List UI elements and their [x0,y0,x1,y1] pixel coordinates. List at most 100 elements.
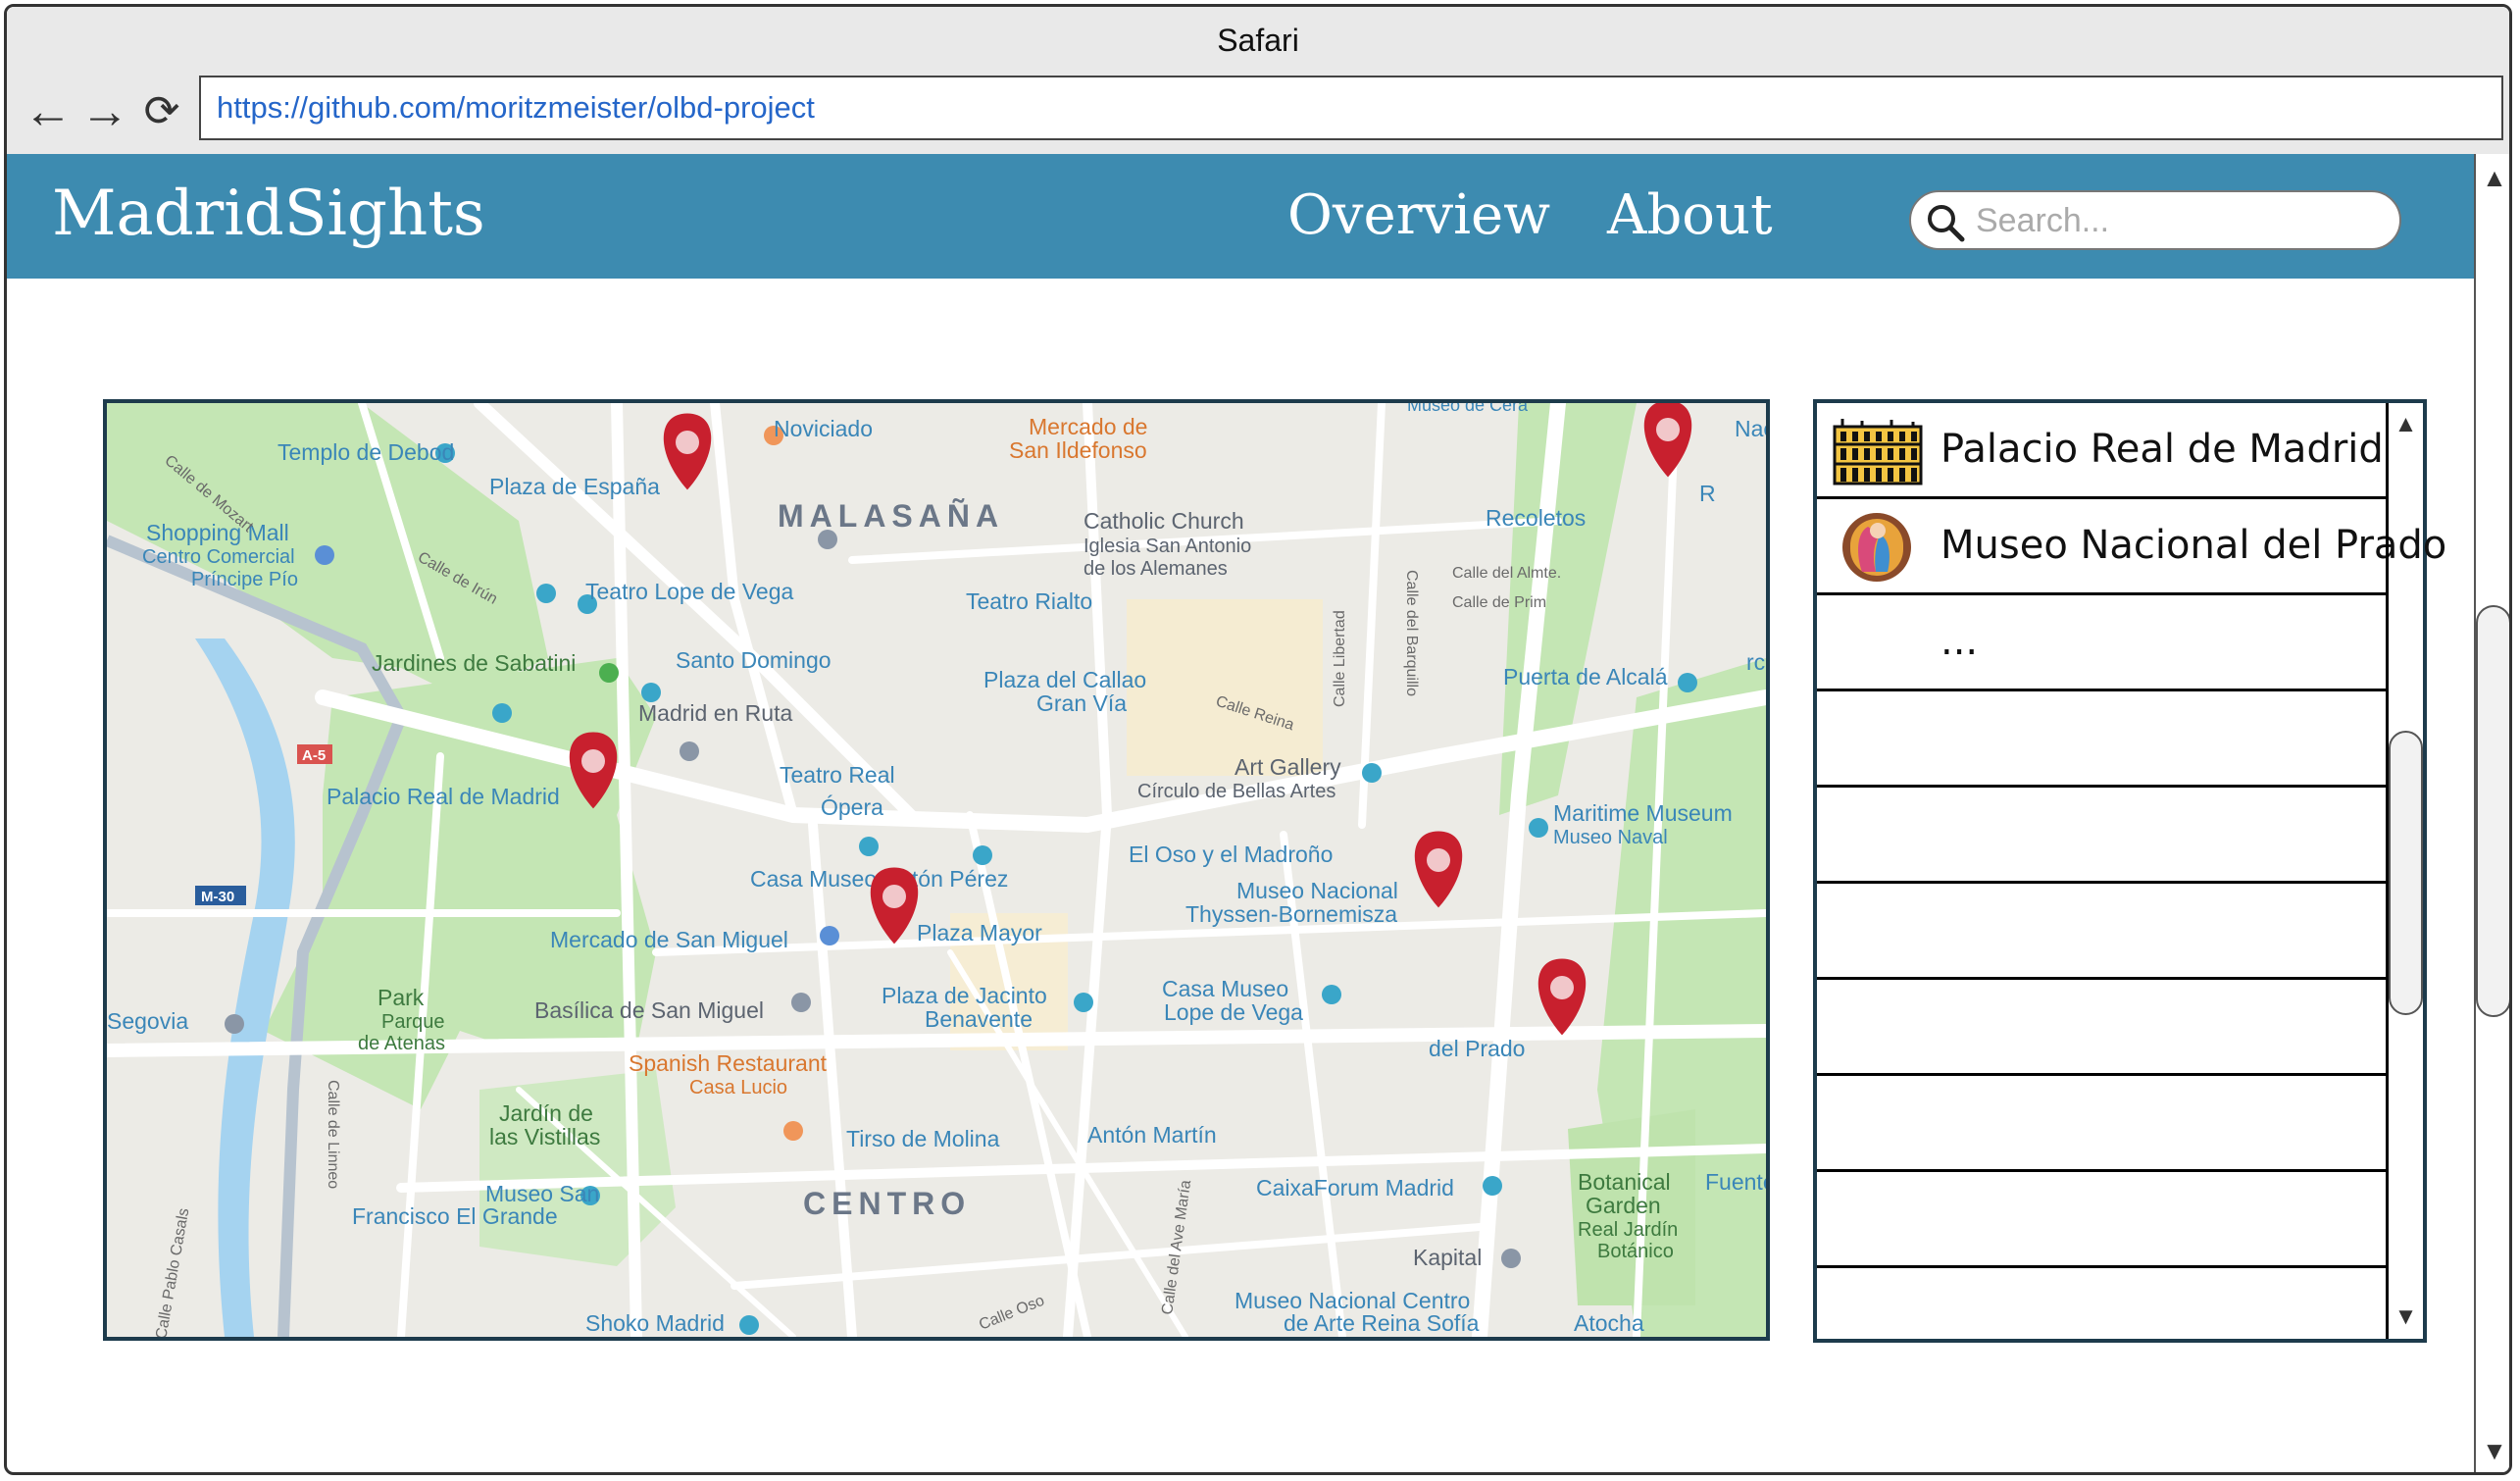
map-label: Kapital [1413,1245,1482,1270]
site-header: MadridSights Overview About [7,154,2474,279]
list-scroll-up-icon[interactable]: ▲ [2389,407,2423,442]
map-label: Park [378,985,425,1010]
map-label: Maritime Museum [1553,800,1733,826]
map-label: Plaza de Jacinto [882,983,1047,1008]
map-label: Garden [1586,1193,1661,1218]
map-label: Noviciado [774,416,873,441]
map-label: Lope de Vega [1164,999,1303,1025]
search-box[interactable] [1909,190,2401,250]
map-label: de los Alemanes [1084,558,1228,580]
forward-arrow-icon[interactable]: → [80,81,129,140]
park-area [479,1070,676,1266]
list-item-label: Palacio Real de Madrid [1940,427,2384,472]
map-view[interactable]: Templo de Debod Plaza de España Noviciad… [103,399,1770,1341]
list-item[interactable]: Palacio Real de Madrid [1817,403,2386,499]
map-label: Plaza de España [489,474,660,499]
site-brand[interactable]: MadridSights [52,178,485,250]
map-label: Teatro Rialto [966,588,1092,614]
list-item[interactable] [1817,1172,2386,1268]
map-label: Mercado de [1029,414,1147,439]
map-label: de Arte Reina Sofía [1284,1310,1480,1336]
map-label: Botánico [1597,1241,1674,1262]
map-label: Atocha [1574,1310,1644,1336]
district-label: CENTRO [803,1186,971,1221]
list-scroll-down-icon[interactable]: ▼ [2389,1300,2423,1335]
map-label: rcadero [1746,649,1766,675]
map-label: Nacion [1735,416,1766,441]
list-item[interactable] [1817,691,2386,788]
map-label: Spanish Restaurant [629,1050,828,1076]
browser-window: Safari ← → ⟳ https://github.com/moritzme… [4,4,2512,1475]
scroll-thumb[interactable] [2476,605,2509,1017]
map-label: Círculo de Bellas Artes [1137,781,1336,802]
street-label: Calle Libertad [1332,610,1348,707]
back-arrow-icon[interactable]: ← [24,81,73,140]
nav-overview-link[interactable]: Overview [1287,183,1550,247]
map-label: Palacio Real de Madrid [327,784,560,809]
map-label: Mercado de San Miguel [550,927,788,952]
list-item-label: ... [1940,619,1979,664]
painting-icon [1842,513,1911,582]
district-label: MALASAÑA [778,498,1004,534]
map-label: Príncipe Pío [191,569,298,590]
list-item[interactable]: Museo Nacional del Prado [1817,499,2446,595]
map-label: Jardines de Sabatini [372,650,576,676]
address-bar[interactable]: https://github.com/moritzmeister/olbd-pr… [199,76,2503,140]
map-canvas[interactable]: Templo de Debod Plaza de España Noviciad… [107,403,1766,1337]
map-label: Jardín de [499,1100,593,1126]
street-label: Calle del Barquillo [1403,570,1420,696]
page-scrollbar[interactable]: ▲ ▼ [2474,154,2509,1472]
map-label: Botanical [1578,1169,1671,1195]
map-label: Museo Nacional [1236,878,1398,903]
road-shield-label: A-5 [302,747,326,764]
street-label: Calle de Linneo [325,1080,341,1189]
search-icon [1928,205,1965,242]
street-label: Calle de Prim [1452,594,1546,611]
list-item[interactable] [1817,788,2386,884]
map-label: Centro Comercial [142,546,295,568]
map-label: R [1699,481,1716,506]
street-label: Calle del Almte. [1452,565,1561,582]
map-label: Santo Domingo [676,647,832,673]
map-label: Art Gallery [1235,754,1341,780]
road-shield-label: M-30 [201,889,234,905]
map-label: Benavente [925,1006,1033,1032]
map-label: Puerta de Alcalá [1503,664,1668,689]
map-label: Tirso de Molina [846,1126,1000,1151]
map-label: Basílica de San Miguel [534,997,764,1023]
list-item[interactable] [1817,1076,2386,1172]
map-label: Francisco El Grande [352,1203,558,1229]
list-item[interactable]: ... [1817,595,2386,691]
map-label: Fuente [1705,1169,1766,1195]
map-label: Teatro Real [780,762,895,788]
map-label: Casa Museo [1162,976,1288,1001]
map-label: Thyssen-Bornemisza [1185,901,1397,927]
map-label: San Ildefonso [1009,437,1147,463]
browser-titlebar: Safari ← → ⟳ https://github.com/moritzme… [7,7,2509,156]
nav-about-link[interactable]: About [1607,183,1773,247]
map-label: Shopping Mall [146,520,289,545]
list-item[interactable] [1817,980,2386,1076]
list-scrollbar[interactable]: ▲ ▼ [2386,403,2423,1339]
search-input[interactable] [1974,197,2390,244]
window-title: Safari [1217,23,1299,58]
map-label: del Prado [1429,1036,1525,1061]
colosseum-icon [1833,419,1923,485]
list-item[interactable] [1817,1268,2386,1339]
map-label: Teatro Lope de Vega [585,579,793,604]
sights-list: Palacio Real de Madrid Museo Nacional de… [1813,399,2446,1343]
map-label: Recoletos [1486,505,1586,531]
scroll-up-icon[interactable]: ▲ [2476,158,2509,197]
list-item-label: Museo Nacional del Prado [1940,523,2447,568]
scroll-down-icon[interactable]: ▼ [2476,1431,2509,1470]
map-label: El Oso y el Madroño [1129,842,1333,867]
map-label: Ópera [821,794,883,820]
reload-icon[interactable]: ⟳ [138,81,185,140]
list-item[interactable] [1817,884,2386,980]
map-label: Iglesia San Antonio [1084,536,1251,557]
map-label: Templo de Debod [277,439,454,465]
list-scroll-thumb[interactable] [2389,731,2423,1015]
map-label: de Atenas [358,1033,445,1054]
map-label: Catholic Church [1084,508,1244,534]
map-label: Casa Lucio [689,1077,787,1098]
